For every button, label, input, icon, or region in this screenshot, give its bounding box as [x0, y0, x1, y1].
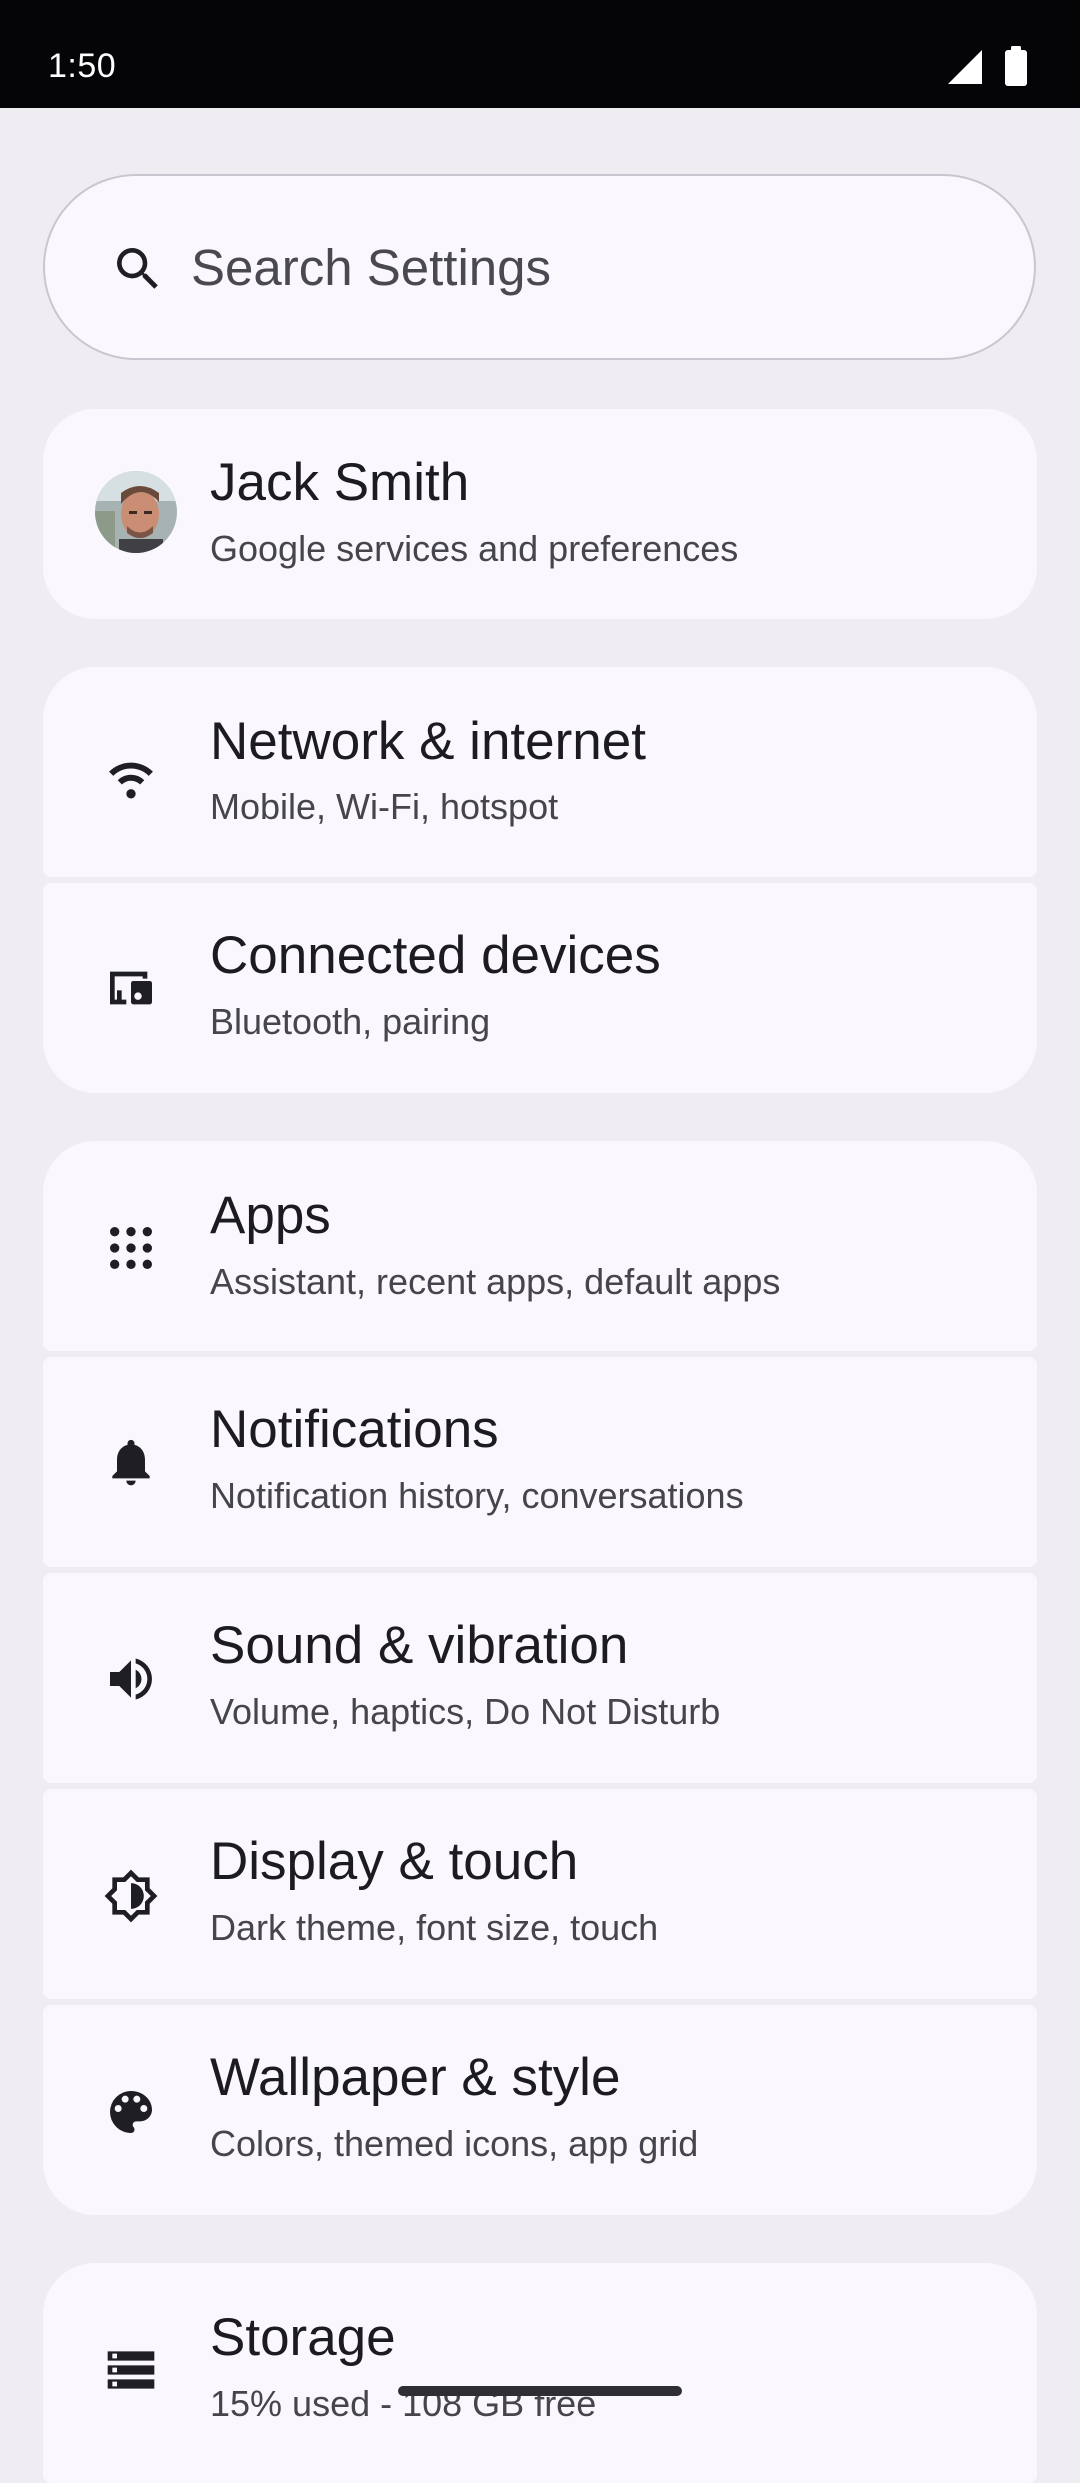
connected-devices-icon — [110, 971, 152, 1005]
settings-item-apps[interactable]: Apps Assistant, recent apps, default app… — [43, 1141, 1037, 1351]
settings-item-subtitle: Mobile, Wi-Fi, hotspot — [210, 786, 559, 827]
account-subtitle: Google services and preferences — [210, 528, 739, 569]
search-icon — [117, 248, 158, 289]
settings-item-subtitle: Assistant, recent apps, default apps — [210, 1261, 781, 1302]
search-placeholder: Search Settings — [191, 239, 552, 296]
speaker-icon — [110, 1658, 152, 1700]
bell-icon — [112, 1439, 150, 1486]
apps-grid-icon — [110, 1227, 152, 1269]
settings-item-sound[interactable]: Sound & vibration Volume, haptics, Do No… — [43, 1573, 1037, 1783]
settings-item-wallpaper[interactable]: Wallpaper & style Colors, themed icons, … — [43, 2005, 1037, 2215]
settings-item-title: Apps — [210, 1186, 331, 1245]
settings-item-title: Wallpaper & style — [210, 2048, 621, 2107]
settings-item-subtitle: Notification history, conversations — [210, 1475, 744, 1516]
settings-item-subtitle: Colors, themed icons, app grid — [210, 2123, 699, 2164]
gesture-nav-handle[interactable] — [398, 2386, 682, 2396]
settings-item-subtitle: Bluetooth, pairing — [210, 1001, 491, 1042]
wifi-icon — [109, 762, 153, 799]
status-bar: 1:50 — [0, 0, 1080, 108]
settings-item-subtitle: Volume, haptics, Do Not Disturb — [210, 1691, 721, 1732]
settings-item-display[interactable]: Display & touch Dark theme, font size, t… — [43, 1789, 1037, 1999]
settings-item-notifications[interactable]: Notifications Notification history, conv… — [43, 1357, 1037, 1567]
palette-icon — [110, 2091, 152, 2133]
account-name: Jack Smith — [210, 453, 470, 512]
brightness-icon — [104, 1869, 158, 1923]
cellular-signal-icon — [948, 50, 982, 84]
settings-item-title: Network & internet — [210, 712, 646, 771]
settings-item-title: Storage — [210, 2308, 396, 2367]
status-time: 1:50 — [48, 47, 117, 85]
settings-item-connected-devices[interactable]: Connected devices Bluetooth, pairing — [43, 883, 1037, 1093]
settings-item-storage[interactable]: Storage 15% used - 108 GB free — [43, 2263, 1037, 2483]
status-icons — [946, 44, 1042, 88]
settings-item-title: Connected devices — [210, 926, 661, 985]
settings-item-subtitle: Dark theme, font size, touch — [210, 1907, 659, 1948]
search-settings-bar[interactable]: Search Settings — [43, 174, 1036, 360]
settings-item-title: Notifications — [210, 1400, 499, 1459]
settings-item-title: Display & touch — [210, 1832, 579, 1891]
storage-icon — [107, 2351, 155, 2389]
settings-item-title: Sound & vibration — [210, 1616, 629, 1675]
avatar — [95, 471, 177, 553]
battery-icon — [1005, 46, 1027, 86]
settings-item-network[interactable]: Network & internet Mobile, Wi-Fi, hotspo… — [43, 667, 1037, 877]
account-card[interactable]: Jack Smith Google services and preferenc… — [43, 409, 1037, 619]
